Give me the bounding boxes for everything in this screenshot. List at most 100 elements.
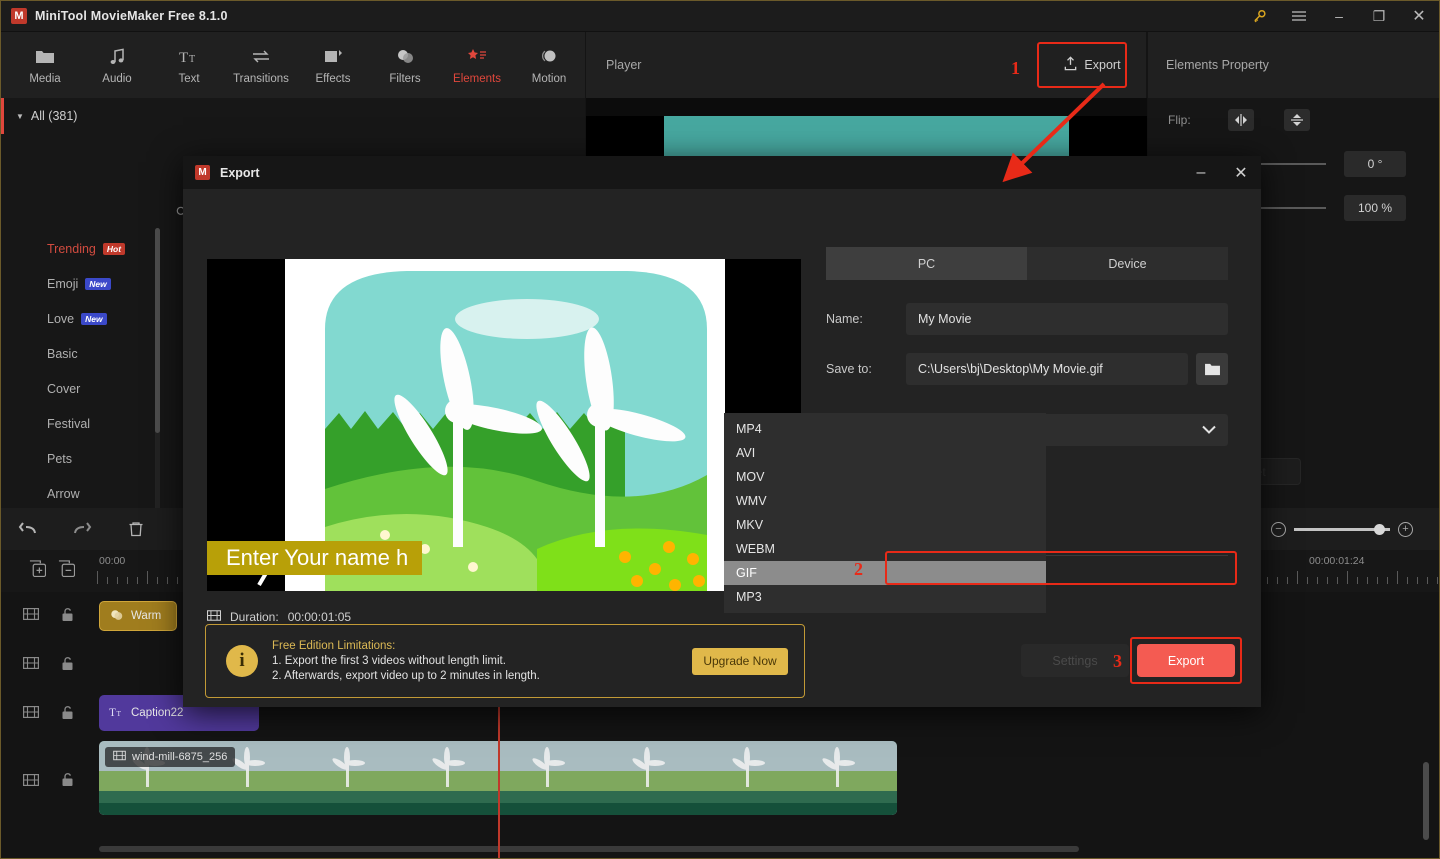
clip-effect-warm[interactable]: Warm <box>99 601 177 631</box>
music-note-icon <box>108 46 126 68</box>
film-icon[interactable] <box>23 656 40 675</box>
ruler-tick <box>1307 577 1308 584</box>
category-item-cover[interactable]: Cover <box>1 371 161 406</box>
track-controls <box>1 656 97 676</box>
format-option-mov[interactable]: MOV <box>724 465 1046 489</box>
format-option-wmv[interactable]: WMV <box>724 489 1046 513</box>
export-toolbar-button[interactable]: Export <box>1046 46 1138 84</box>
lock-icon[interactable] <box>61 705 74 725</box>
category-item-arrow[interactable]: Arrow <box>1 476 161 511</box>
zoom-in-button[interactable]: + <box>1398 521 1413 537</box>
annotation-number-1: 1 <box>1011 58 1020 78</box>
format-option-gif[interactable]: GIF <box>724 561 1046 585</box>
upgrade-now-button[interactable]: Upgrade Now <box>692 647 788 675</box>
tool-media[interactable]: Media <box>9 35 81 95</box>
tool-label: Media <box>29 72 61 85</box>
category-label: Arrow <box>47 486 80 501</box>
film-icon[interactable] <box>23 607 40 626</box>
format-option-mp4[interactable]: MP4 <box>724 417 1046 441</box>
format-option-mkv[interactable]: MKV <box>724 513 1046 537</box>
browse-folder-button[interactable] <box>1196 353 1228 385</box>
category-item-basic[interactable]: Basic <box>1 336 161 371</box>
hamburger-menu-icon[interactable] <box>1279 1 1319 32</box>
tool-audio[interactable]: Audio <box>81 35 153 95</box>
lock-icon[interactable] <box>61 607 74 627</box>
film-icon <box>113 750 126 764</box>
export-target-tabs: PC Device <box>826 247 1228 280</box>
tab-device[interactable]: Device <box>1027 247 1228 280</box>
timeline-vertical-scrollbar[interactable] <box>1423 762 1429 840</box>
flip-horizontal-button[interactable] <box>1228 109 1254 131</box>
clip-label: Caption22 <box>131 707 184 719</box>
rotation-value[interactable]: 0 ° <box>1344 151 1406 177</box>
ruler-tick <box>1297 571 1298 584</box>
clip-label: wind-mill-6875_256 <box>132 751 228 763</box>
format-dropdown-list[interactable]: MP4 AVI MOV WMV MKV WEBM GIF MP3 <box>724 413 1046 613</box>
zoom-slider[interactable] <box>1294 523 1390 535</box>
lock-icon[interactable] <box>61 772 74 792</box>
maximize-button[interactable]: ❐ <box>1359 1 1399 32</box>
format-option-webm[interactable]: WEBM <box>724 537 1046 561</box>
export-dialog-titlebar: M Export – ✕ <box>183 156 1261 189</box>
lock-icon[interactable] <box>61 656 74 676</box>
minimize-button[interactable]: – <box>1319 1 1359 32</box>
category-item-trending[interactable]: Trending Hot <box>1 231 161 266</box>
film-icon[interactable] <box>23 773 40 792</box>
track-controls <box>1 607 97 627</box>
film-icon[interactable] <box>23 705 40 724</box>
tab-pc[interactable]: PC <box>826 247 1027 280</box>
chevron-down-icon <box>1202 423 1216 437</box>
export-dialog-close-button[interactable]: ✕ <box>1221 156 1261 189</box>
chevron-down-icon: ▼ <box>16 111 24 121</box>
undo-icon[interactable] <box>1 508 55 550</box>
tool-effects[interactable]: Effects <box>297 35 369 95</box>
format-option-avi[interactable]: AVI <box>724 441 1046 465</box>
close-button[interactable]: ✕ <box>1399 1 1439 32</box>
title-bar: M MiniTool MovieMaker Free 8.1.0 – ❐ ✕ <box>1 1 1439 32</box>
app-window: M MiniTool MovieMaker Free 8.1.0 – ❐ ✕ M… <box>0 0 1440 859</box>
text-icon: TT <box>109 706 124 721</box>
redo-icon[interactable] <box>55 508 109 550</box>
flip-row: Flip: <box>1148 98 1439 142</box>
export-dialog-minimize-button[interactable]: – <box>1181 156 1221 189</box>
tool-text[interactable]: TT Text <box>153 35 225 95</box>
trash-icon[interactable] <box>109 508 163 550</box>
scale-value[interactable]: 100 % <box>1344 195 1406 221</box>
tool-filters[interactable]: Filters <box>369 35 441 95</box>
zoom-slider-knob[interactable] <box>1374 523 1385 535</box>
ruler-tick <box>1367 577 1368 584</box>
tool-motion[interactable]: Motion <box>513 35 585 95</box>
window-controls: – ❐ ✕ <box>1239 1 1439 32</box>
ruler-tick <box>1357 577 1358 584</box>
clip-label: Warm <box>131 610 162 622</box>
flip-vertical-button[interactable] <box>1284 109 1310 131</box>
tool-elements[interactable]: Elements <box>441 35 513 95</box>
category-item-love[interactable]: Love New <box>1 301 161 336</box>
export-preview: Enter Your name h <box>207 259 801 591</box>
saveto-input[interactable]: C:\Users\bj\Desktop\My Movie.gif <box>906 353 1188 385</box>
remove-track-icon[interactable] <box>58 560 76 582</box>
category-item-festival[interactable]: Festival <box>1 406 161 441</box>
category-item-pets[interactable]: Pets <box>1 441 161 476</box>
key-icon[interactable] <box>1239 1 1279 32</box>
effects-icon <box>324 46 343 68</box>
format-option-mp3[interactable]: MP3 <box>724 585 1046 609</box>
saveto-row: Save to: C:\Users\bj\Desktop\My Movie.gi… <box>826 353 1228 385</box>
main-toolbar: Media Audio TT Text Transitions Effects <box>1 32 585 98</box>
filters-icon <box>396 46 415 68</box>
svg-text:T: T <box>109 707 116 718</box>
ruler-tick <box>1397 571 1398 584</box>
export-dialog-export-button[interactable]: Export <box>1137 644 1235 677</box>
ruler-tick <box>117 577 118 584</box>
tool-transitions[interactable]: Transitions <box>225 35 297 95</box>
ruler-label-start: 00:00 <box>99 555 126 567</box>
zoom-out-button[interactable]: − <box>1271 521 1286 537</box>
track-add-controls <box>1 550 97 592</box>
name-input[interactable]: My Movie <box>906 303 1228 335</box>
ruler-tick <box>1267 577 1268 584</box>
timeline-horizontal-scrollbar[interactable] <box>99 846 1079 852</box>
category-item-emoji[interactable]: Emoji New <box>1 266 161 301</box>
duration-label: Duration: <box>230 610 279 624</box>
add-track-icon[interactable] <box>29 560 47 582</box>
library-all-row[interactable]: ▼ All (381) <box>1 98 161 134</box>
